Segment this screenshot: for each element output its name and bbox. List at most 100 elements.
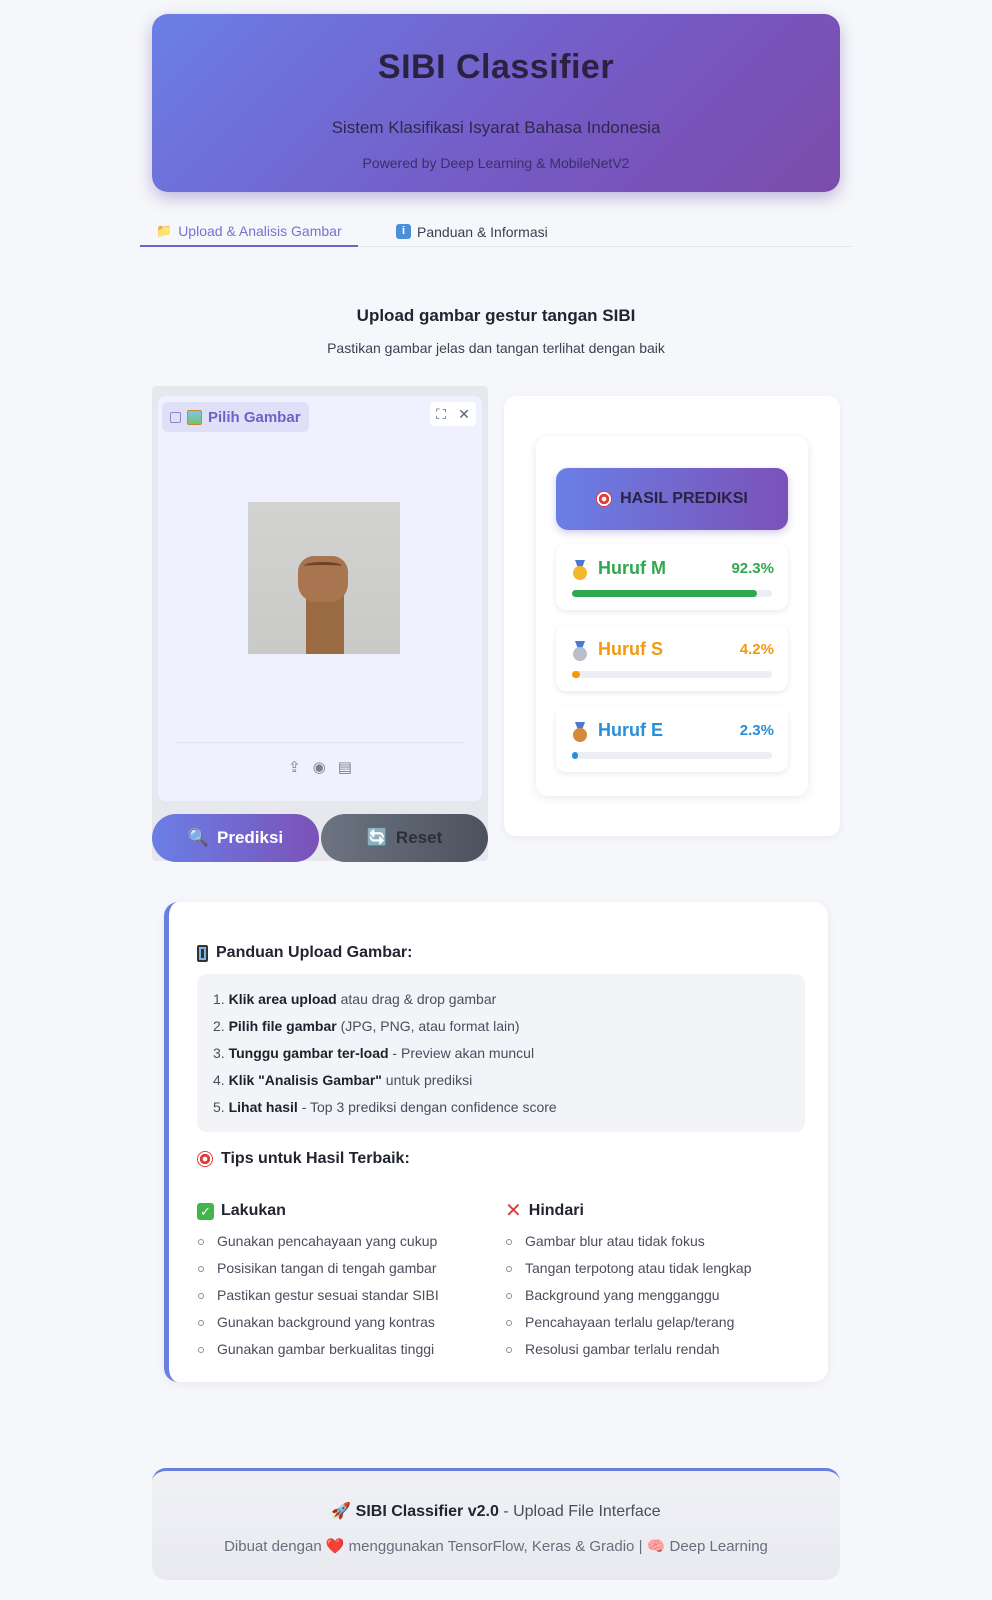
webcam-icon[interactable]: ◉ bbox=[313, 758, 326, 776]
upload-title: Upload gambar gestur tangan SIBI bbox=[356, 306, 636, 325]
tips-title-text: Tips untuk Hasil Terbaik: bbox=[221, 1150, 410, 1167]
step-rest: - Preview akan muncul bbox=[388, 1045, 535, 1061]
tips-title: Tips untuk Hasil Terbaik: bbox=[197, 1150, 410, 1168]
footer-credits: Dibuat dengan ❤️ menggunakan TensorFlow,… bbox=[152, 1537, 840, 1555]
guide-title: Panduan Upload Gambar: bbox=[197, 944, 412, 962]
dont-title: Hindari bbox=[528, 1202, 584, 1219]
footer-title: 🚀 SIBI Classifier v2.0 - Upload File Int… bbox=[152, 1501, 840, 1521]
guide-title-text: Panduan Upload Gambar: bbox=[216, 944, 413, 961]
step-number: 3. bbox=[213, 1045, 225, 1061]
footer-made-end: Deep Learning bbox=[665, 1538, 768, 1555]
app-subtitle: Sistem Klasifikasi Isyarat Bahasa Indone… bbox=[331, 118, 661, 137]
tab-guide-label: Panduan & Informasi bbox=[417, 223, 548, 240]
tip-item: Pencahayaan terlalu gelap/terang bbox=[505, 1309, 752, 1336]
tip-item: Resolusi gambar terlalu rendah bbox=[505, 1336, 752, 1363]
step-bold: Tunggu gambar ter-load bbox=[228, 1045, 389, 1061]
reset-button[interactable]: 🔄 Reset bbox=[321, 814, 488, 862]
app-header: SIBI Classifier Sistem Klasifikasi Isyar… bbox=[152, 14, 840, 192]
step-rest: - Top 3 prediksi dengan confidence score bbox=[297, 1099, 557, 1115]
footer-made-suffix: menggunakan TensorFlow, Keras & Gradio | bbox=[344, 1538, 647, 1555]
search-icon: 🔍 bbox=[187, 828, 209, 847]
tab-guide[interactable]: i Panduan & Informasi bbox=[380, 216, 564, 247]
prediction-percent: 4.2% bbox=[739, 641, 774, 658]
step-number: 2. bbox=[213, 1018, 225, 1034]
source-icons: ⇪ ◉ ▤ bbox=[158, 758, 482, 776]
dropzone-label-text: Pilih Gambar bbox=[208, 408, 301, 426]
do-list: Gunakan pencahayaan yang cukup Posisikan … bbox=[197, 1228, 439, 1363]
fullscreen-icon[interactable]: ⛶ bbox=[436, 406, 446, 423]
prediction-card: Huruf S 4.2% bbox=[556, 625, 788, 691]
powered-by: Powered by Deep Learning & MobileNetV2 bbox=[362, 155, 630, 171]
picture-icon bbox=[187, 409, 202, 425]
medal-icon bbox=[572, 641, 588, 661]
result-panel: HASIL PREDIKSI Huruf M 92.3% Huruf S 4.2% Hu… bbox=[504, 396, 840, 836]
step-number: 4. bbox=[213, 1072, 225, 1088]
close-icon[interactable]: ✕ bbox=[458, 406, 470, 423]
dropzone-tools: ⛶ ✕ bbox=[430, 402, 476, 426]
predict-button-label: Prediksi bbox=[217, 828, 284, 847]
step-bold: Klik "Analisis Gambar" bbox=[228, 1072, 382, 1088]
step-number: 5. bbox=[213, 1099, 225, 1115]
tip-item: Gambar blur atau tidak fokus bbox=[505, 1228, 752, 1255]
tip-item: Gunakan background yang kontras bbox=[197, 1309, 439, 1336]
step-item: 5. Lihat hasil - Top 3 prediksi dengan c… bbox=[213, 1094, 805, 1121]
medal-icon bbox=[572, 560, 588, 580]
tab-bar: 📁 Upload & Analisis Gambar i Panduan & I… bbox=[140, 216, 852, 247]
prediction-label: Huruf S bbox=[598, 639, 663, 659]
footer-made-prefix: Dibuat dengan bbox=[224, 1538, 326, 1555]
step-bold: Klik area upload bbox=[228, 991, 337, 1007]
upload-icon[interactable]: ⇪ bbox=[288, 758, 301, 776]
upload-panel: Pilih Gambar ⛶ ✕ ⇪ ◉ ▤ 🔍 Prediksi 🔄 Rese… bbox=[152, 386, 488, 862]
image-dropzone[interactable]: Pilih Gambar ⛶ ✕ ⇪ ◉ ▤ bbox=[158, 396, 482, 801]
app-title: SIBI Classifier bbox=[377, 48, 615, 86]
dont-heading: ✕ Hindari bbox=[505, 1199, 584, 1222]
step-bold: Pilih file gambar bbox=[228, 1018, 337, 1034]
confidence-bar bbox=[572, 752, 772, 759]
check-icon: ✓ bbox=[197, 1202, 214, 1220]
confidence-fill bbox=[572, 671, 581, 678]
prediction-card: Huruf E 2.3% bbox=[556, 706, 788, 772]
tip-item: Posisikan tangan di tengah gambar bbox=[197, 1255, 439, 1282]
footer: 🚀 SIBI Classifier v2.0 - Upload File Int… bbox=[152, 1468, 840, 1580]
folder-icon: 📁 bbox=[156, 222, 173, 238]
heart-icon: ❤️ bbox=[325, 1538, 345, 1555]
confidence-bar bbox=[572, 590, 772, 597]
footer-product: SIBI Classifier v2.0 bbox=[355, 1503, 499, 1520]
guide-panel: Panduan Upload Gambar: 1. Klik area uplo… bbox=[164, 902, 828, 1382]
brain-icon: 🧠 bbox=[646, 1538, 666, 1555]
phone-icon bbox=[197, 944, 208, 962]
dont-list: Gambar blur atau tidak fokus Tangan terpo… bbox=[505, 1228, 752, 1363]
cross-icon: ✕ bbox=[505, 1199, 522, 1222]
result-card: HASIL PREDIKSI Huruf M 92.3% Huruf S 4.2% Hu… bbox=[536, 436, 808, 796]
step-rest: atau drag & drop gambar bbox=[336, 991, 497, 1007]
result-header: HASIL PREDIKSI bbox=[556, 468, 788, 530]
reset-button-label: Reset bbox=[395, 828, 443, 847]
prediction-percent: 2.3% bbox=[739, 722, 774, 739]
do-heading: ✓ Lakukan bbox=[197, 1202, 286, 1220]
refresh-icon: 🔄 bbox=[366, 828, 388, 847]
prediction-percent: 92.3% bbox=[731, 560, 774, 577]
divider bbox=[176, 742, 464, 743]
tip-item: Gunakan gambar berkualitas tinggi bbox=[197, 1336, 439, 1363]
clipboard-icon[interactable]: ▤ bbox=[338, 758, 352, 776]
tab-upload[interactable]: 📁 Upload & Analisis Gambar bbox=[140, 216, 358, 247]
tab-upload-label: Upload & Analisis Gambar bbox=[178, 222, 342, 239]
hand-knuckle bbox=[304, 562, 342, 570]
step-item: 4. Klik "Analisis Gambar" untuk prediksi bbox=[213, 1067, 805, 1094]
step-item: 1. Klik area upload atau drag & drop gam… bbox=[213, 986, 805, 1013]
medal-icon bbox=[572, 722, 588, 742]
result-title: HASIL PREDIKSI bbox=[620, 490, 748, 507]
steps-list: 1. Klik area upload atau drag & drop gam… bbox=[197, 974, 805, 1132]
tip-item: Gunakan pencahayaan yang cukup bbox=[197, 1228, 439, 1255]
target-icon bbox=[596, 491, 613, 507]
confidence-bar bbox=[572, 671, 772, 678]
image-icon bbox=[170, 411, 181, 423]
tip-item: Background yang mengganggu bbox=[505, 1282, 752, 1309]
prediction-label: Huruf M bbox=[598, 558, 666, 578]
confidence-fill bbox=[572, 752, 578, 759]
step-rest: (JPG, PNG, atau format lain) bbox=[336, 1018, 520, 1034]
step-rest: untuk prediksi bbox=[381, 1072, 473, 1088]
predict-button[interactable]: 🔍 Prediksi bbox=[152, 814, 319, 862]
confidence-fill bbox=[572, 590, 757, 597]
tip-item: Pastikan gestur sesuai standar SIBI bbox=[197, 1282, 439, 1309]
